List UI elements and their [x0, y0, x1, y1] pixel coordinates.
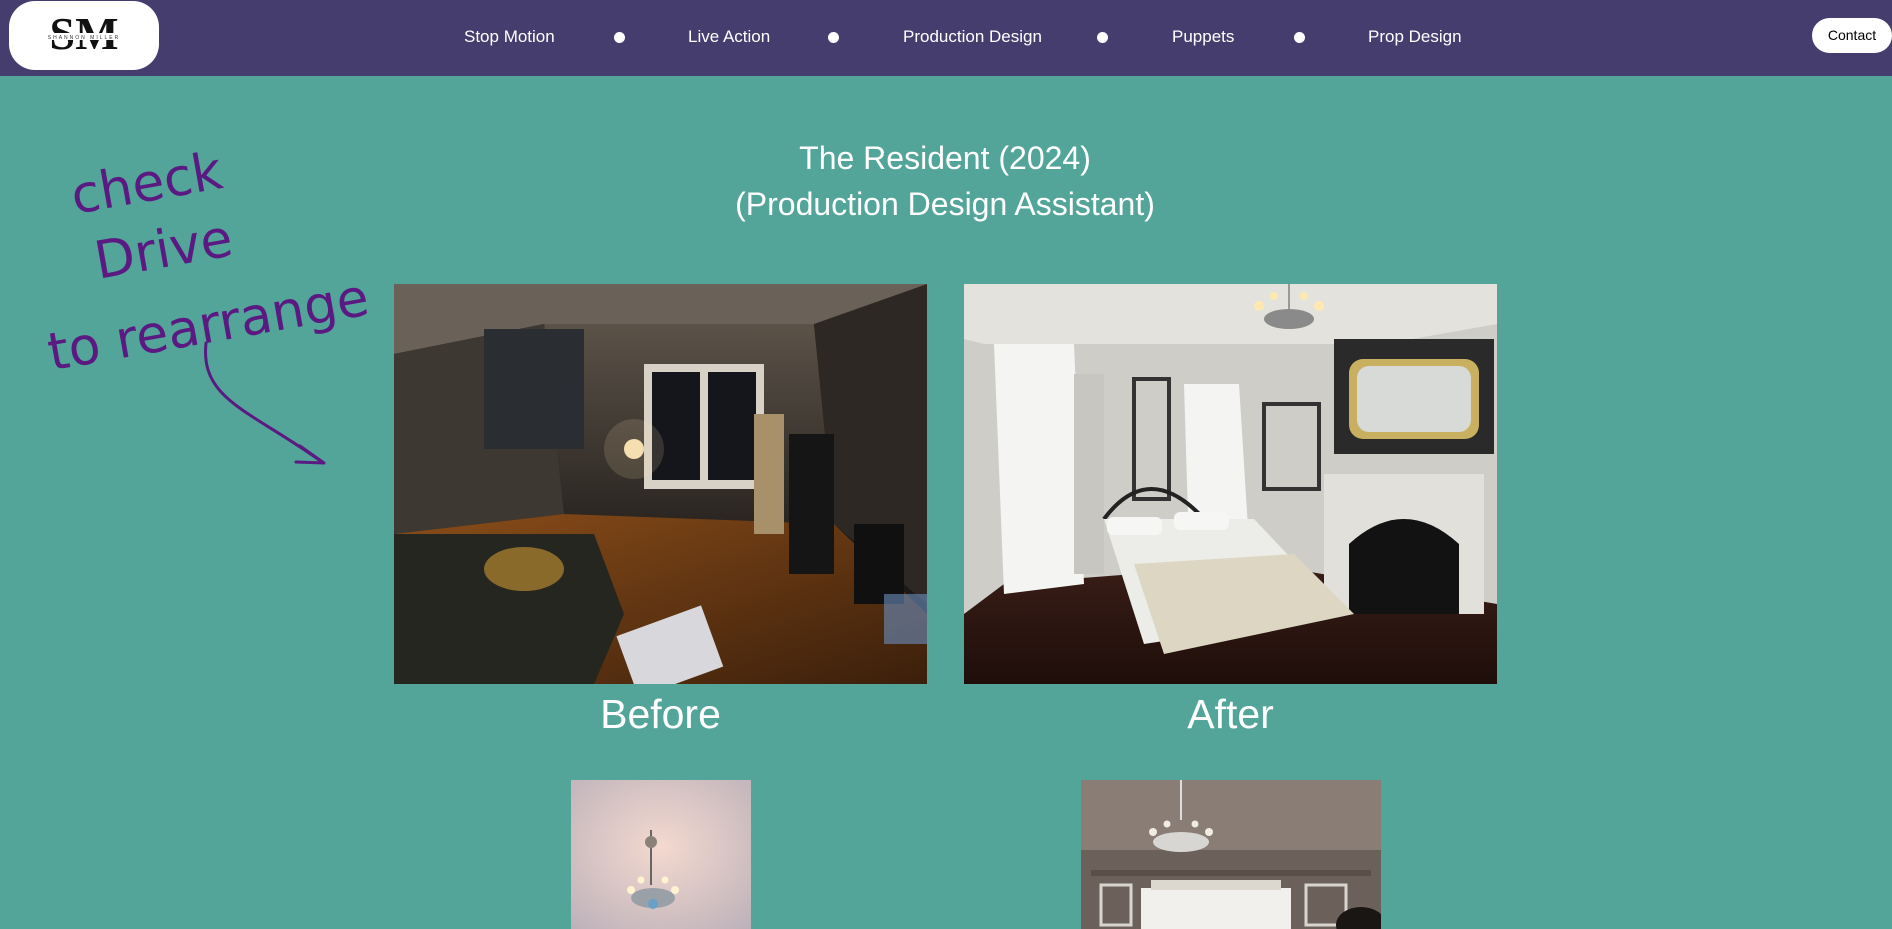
logo-subtext: SHANNON MILLER — [48, 35, 120, 41]
nav-separator-dot — [1294, 32, 1305, 43]
chandelier-ceiling-photo[interactable] — [571, 780, 751, 929]
page-subtitle: (Production Design Assistant) — [735, 186, 1155, 222]
nav-live-action[interactable]: Live Action — [688, 26, 770, 48]
site-logo[interactable]: SM SHANNON MILLER — [9, 1, 159, 70]
after-bedroom-photo[interactable] — [964, 284, 1497, 684]
site-header: SM SHANNON MILLER Stop Motion Live Actio… — [0, 0, 1892, 76]
nav-prop-design[interactable]: Prop Design — [1368, 26, 1462, 48]
page-title: The Resident (2024) — [799, 140, 1091, 176]
room-chandelier-photo[interactable] — [1081, 780, 1381, 929]
handwritten-note: check Drive to rearrange — [43, 141, 373, 465]
nav-separator-dot — [614, 32, 625, 43]
contact-button[interactable]: Contact — [1812, 18, 1892, 53]
monogram-sm-logo: SM SHANNON MILLER — [35, 8, 133, 59]
before-caption: Before — [600, 691, 721, 737]
nav-stop-motion[interactable]: Stop Motion — [464, 26, 555, 48]
nav-production-design[interactable]: Production Design — [903, 26, 1042, 48]
after-caption: After — [1187, 691, 1274, 737]
nav-separator-dot — [828, 32, 839, 43]
hand-drawn-arrow-icon — [204, 341, 326, 465]
nav-separator-dot — [1097, 32, 1108, 43]
note-line-drive: Drive — [90, 209, 237, 292]
before-living-room-photo[interactable] — [394, 284, 927, 684]
nav-puppets[interactable]: Puppets — [1172, 26, 1234, 48]
